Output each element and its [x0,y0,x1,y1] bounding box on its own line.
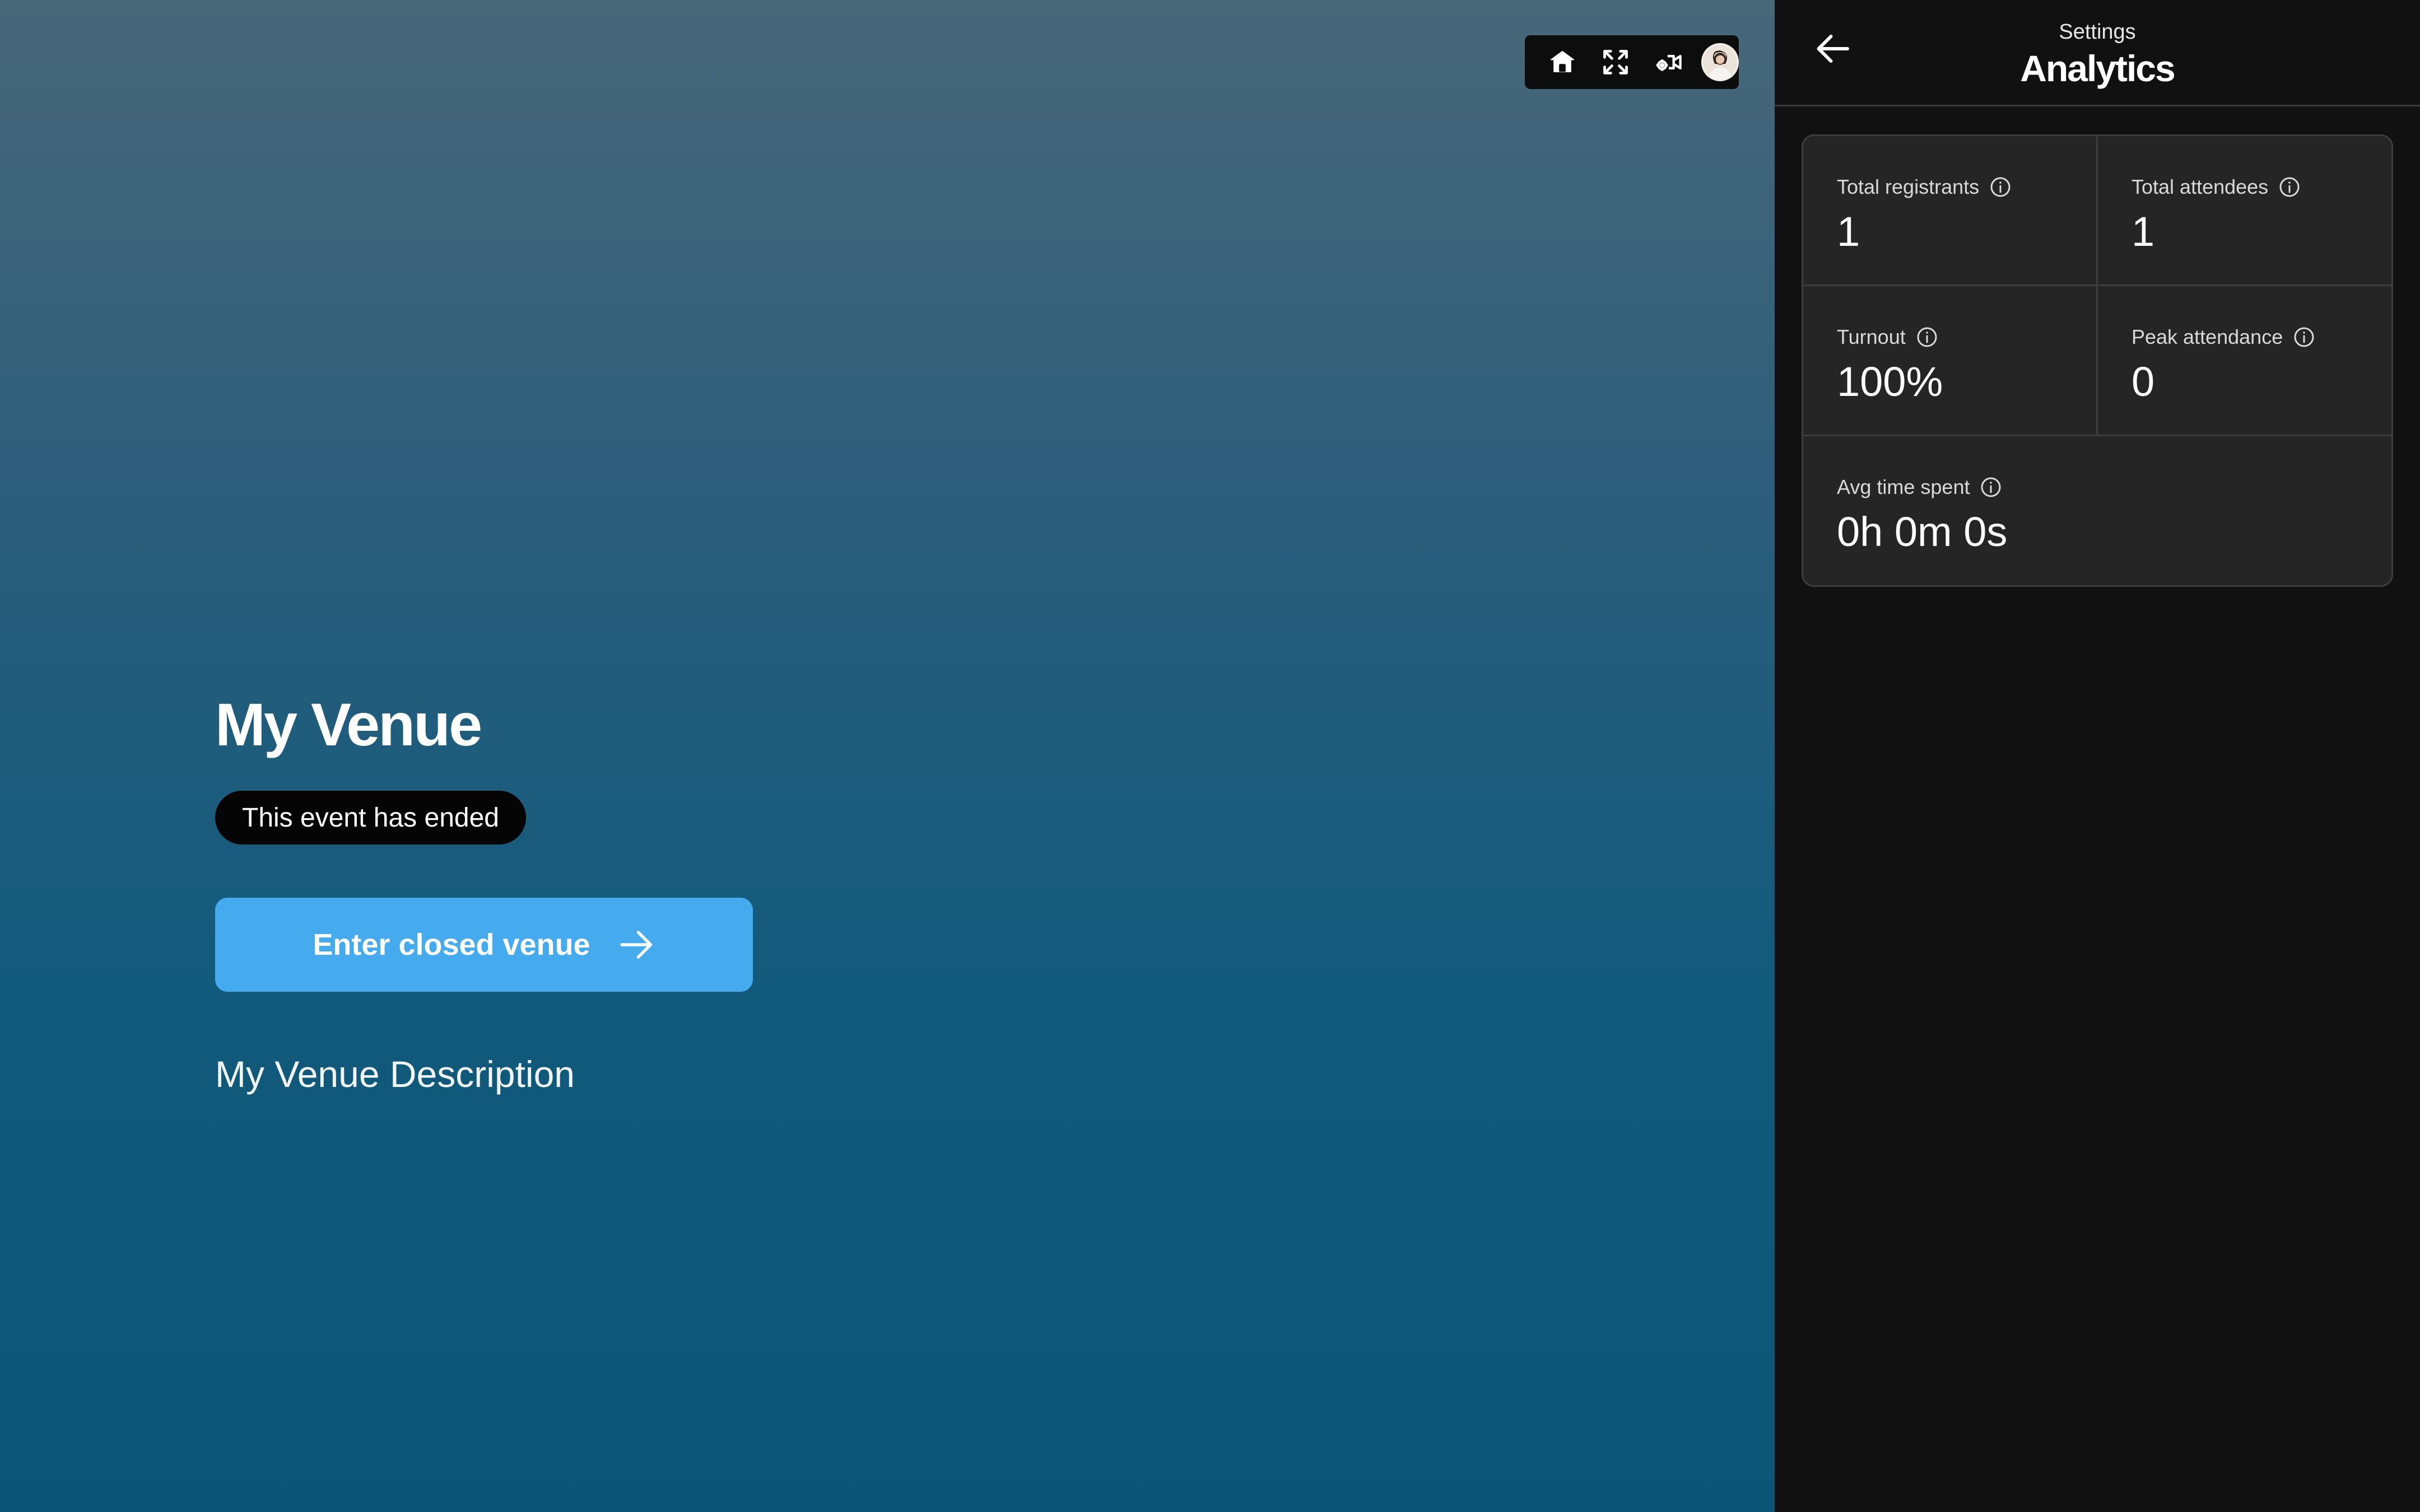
stat-label: Avg time spent [1837,475,2002,499]
camera-settings-button[interactable] [1642,35,1696,89]
stat-avg-time-spent: Avg time spent 0h 0m 0s [1803,436,2391,585]
analytics-stats-card: Total registrants 1 Total attendees 1 Tu… [1802,134,2393,587]
stat-label-text: Total attendees [2132,175,2269,198]
stat-label-text: Total registrants [1837,175,1980,198]
stat-total-registrants: Total registrants 1 [1803,136,2098,286]
info-icon[interactable] [2278,176,2301,198]
stat-turnout: Turnout 100% [1803,286,2098,436]
avatar-image [1702,45,1738,80]
venue-toolbar [1525,35,1739,89]
venue-area: My Venue This event has ended Enter clos… [0,0,1775,1512]
panel-title: Analytics [2020,48,2175,89]
stat-label-text: Avg time spent [1837,475,1970,498]
stat-label-text: Turnout [1837,325,1906,348]
enter-closed-venue-label: Enter closed venue [313,928,590,962]
info-icon[interactable] [1989,176,2012,198]
avatar[interactable] [1701,43,1739,81]
home-button[interactable] [1536,35,1589,89]
fullscreen-button[interactable] [1589,35,1642,89]
info-icon[interactable] [1980,476,2002,498]
stat-value: 1 [2132,208,2155,255]
stat-label: Peak attendance [2132,325,2315,349]
stat-total-attendees: Total attendees 1 [2098,136,2391,286]
enter-closed-venue-button[interactable]: Enter closed venue [215,898,753,992]
stat-peak-attendance: Peak attendance 0 [2098,286,2391,436]
event-ended-badge: This event has ended [215,791,526,844]
fullscreen-icon [1603,50,1628,74]
stat-label: Total registrants [1837,175,2012,199]
info-icon[interactable] [1916,326,1938,348]
info-icon[interactable] [2293,326,2315,348]
venue-description: My Venue Description [215,1053,575,1095]
stat-label: Total attendees [2132,175,2301,199]
home-icon [1551,50,1575,72]
camera-settings-icon [1656,55,1682,71]
arrow-right-icon [620,931,652,959]
stat-label: Turnout [1837,325,1938,349]
stat-value: 1 [1837,208,1860,255]
stat-value: 100% [1837,358,1943,405]
stat-value: 0 [2132,358,2155,405]
panel-header: Settings Analytics [1775,0,2420,106]
panel-subtitle: Settings [2059,20,2136,44]
venue-title: My Venue [215,690,482,758]
stat-value: 0h 0m 0s [1837,508,2008,555]
stat-label-text: Peak attendance [2132,325,2283,348]
analytics-panel: Settings Analytics Total registrants 1 T… [1775,0,2420,1512]
